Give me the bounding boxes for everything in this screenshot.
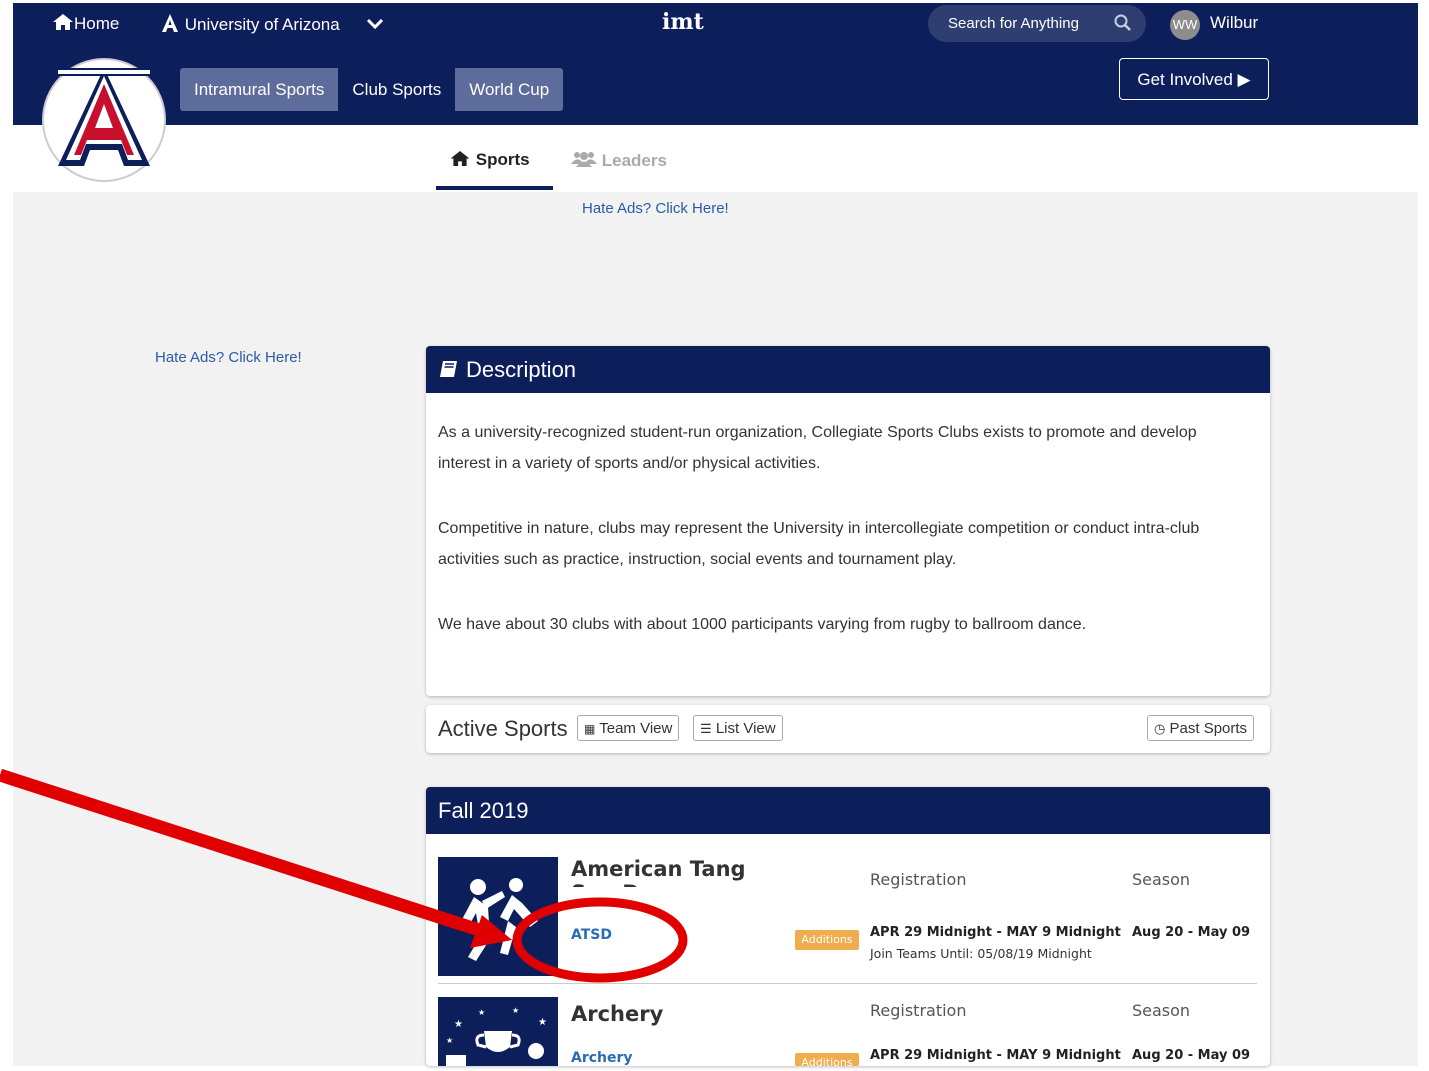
annotation-overlay [0,768,688,983]
annotation-arrow-icon [0,768,512,948]
annotation-circle [512,897,688,983]
